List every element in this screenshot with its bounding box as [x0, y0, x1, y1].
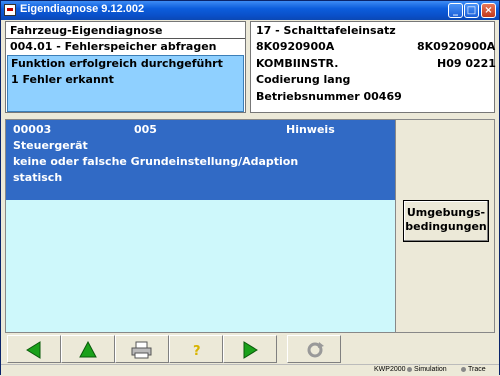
app-icon [4, 4, 16, 16]
arrow-up-icon [79, 341, 97, 358]
diagnosis-title: Fahrzeug-Eigendiagnose [10, 24, 163, 37]
trace-indicator: Trace [461, 366, 486, 373]
coding: Codierung lang [256, 73, 351, 86]
fault-list[interactable]: 00003 005 Hinweis Steuergerät keine oder… [5, 119, 396, 333]
title-bar: Eigendiagnose 9.12.002 _ □ × [1, 1, 499, 20]
fault-code: 00003 [13, 123, 52, 136]
environment-conditions-button[interactable]: Umgebungs- bedingungen [403, 200, 489, 242]
arrow-left-icon [26, 341, 41, 359]
trace-label: Trace [468, 366, 486, 373]
fault-component: Steuergerät [13, 139, 88, 152]
software-version: H09 0221 [437, 57, 496, 70]
forward-button[interactable] [223, 335, 277, 363]
button-label-line1: Umgebungs- [406, 206, 486, 219]
fault-type: 005 [134, 123, 157, 136]
simulation-indicator: Simulation [407, 366, 447, 373]
fault-state: statisch [13, 171, 63, 184]
fault-row[interactable]: 00003 005 Hinweis Steuergerät keine oder… [6, 120, 395, 200]
refresh-button[interactable] [287, 335, 341, 363]
back-button[interactable] [7, 335, 61, 363]
control-unit-title: 17 - Schalttafeleinsatz [256, 24, 396, 37]
status-bar: KWP2000 Simulation Trace [1, 364, 499, 376]
up-button[interactable] [61, 335, 115, 363]
main-window: Eigendiagnose 9.12.002 _ □ × Fahrzeug-Ei… [0, 0, 500, 376]
component-name: KOMBIINSTR. [256, 57, 339, 70]
function-status-box: Funktion erfolgreich durchgeführt 1 Fehl… [7, 55, 244, 112]
button-label-line2: bedingungen [405, 220, 487, 233]
function-name: 004.01 - Fehlerspeicher abfragen [10, 40, 217, 53]
part-number: 8K0920900A [256, 40, 335, 53]
arrow-right-icon [243, 341, 258, 359]
fault-kind: Hinweis [286, 123, 335, 136]
fault-description: keine oder falsche Grundeinstellung/Adap… [13, 155, 299, 168]
fault-count: 1 Fehler erkannt [11, 73, 114, 86]
side-panel: Umgebungs- bedingungen [396, 119, 495, 333]
status-led-icon [461, 366, 466, 372]
function-panel: Fahrzeug-Eigendiagnose 004.01 - Fehlersp… [5, 21, 246, 113]
printer-icon [131, 341, 152, 359]
refresh-icon [307, 342, 324, 358]
status-led-icon [407, 366, 412, 372]
svg-text:?: ? [193, 344, 201, 359]
minimize-button[interactable]: _ [448, 3, 463, 18]
print-button[interactable] [115, 335, 169, 363]
help-icon: ? [193, 344, 201, 359]
part-number-secondary: 8K0920900A [417, 40, 496, 53]
status-text: Funktion erfolgreich durchgeführt [11, 57, 223, 70]
toolbar: ? [5, 335, 495, 364]
protocol-label: KWP2000 [374, 366, 406, 373]
help-button[interactable]: ? [169, 335, 223, 363]
divider [6, 38, 245, 39]
window-title: Eigendiagnose 9.12.002 [20, 3, 145, 15]
workshop-number: Betriebsnummer 00469 [256, 90, 402, 103]
maximize-button[interactable]: □ [464, 3, 479, 18]
close-button[interactable]: × [481, 3, 496, 18]
control-unit-panel: 17 - Schalttafeleinsatz 8K0920900A 8K092… [250, 21, 496, 113]
simulation-label: Simulation [414, 366, 447, 373]
